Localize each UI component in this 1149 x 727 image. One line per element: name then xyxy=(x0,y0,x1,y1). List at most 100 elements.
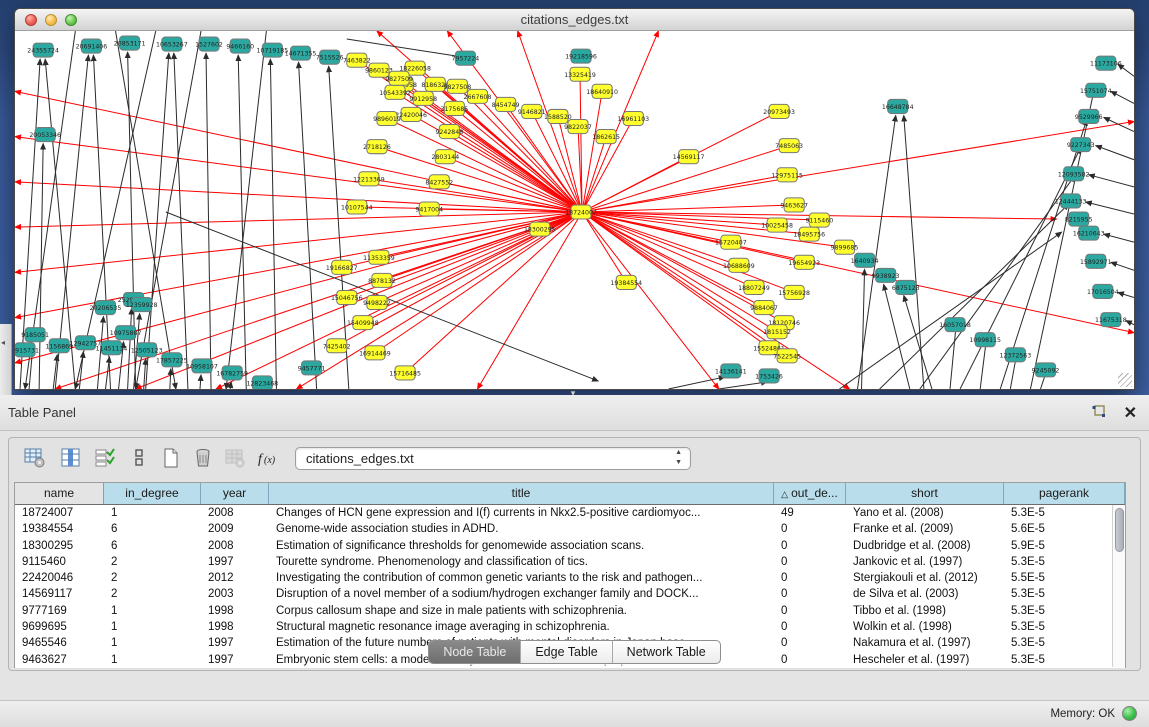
network-node[interactable]: 13325419 xyxy=(564,67,596,81)
network-node[interactable]: 15716485 xyxy=(389,366,421,380)
network-node[interactable]: 11675318 xyxy=(1095,313,1127,327)
table-settings-icon[interactable] xyxy=(21,444,49,472)
network-node[interactable]: 20973493 xyxy=(763,104,795,118)
network-node[interactable]: 10975887 xyxy=(110,326,142,340)
network-node[interactable]: 12093582 xyxy=(1058,167,1090,181)
window-resize-grip[interactable] xyxy=(1118,373,1132,387)
network-node[interactable]: 9417004 xyxy=(415,202,443,216)
table-row[interactable]: 1938455462009Genome-wide association stu… xyxy=(15,521,1125,537)
network-node[interactable]: 19218596 xyxy=(565,49,597,63)
table-row[interactable]: 1456911722003Disruption of a novel membe… xyxy=(15,586,1125,602)
network-node[interactable]: 18495756 xyxy=(793,227,825,241)
column-header-in_degree[interactable]: in_degree xyxy=(104,483,201,504)
network-node[interactable]: 9242848 xyxy=(435,125,463,139)
network-node[interactable]: 7957224 xyxy=(452,51,480,65)
column-header-year[interactable]: year xyxy=(201,483,269,504)
network-node[interactable]: 1640934 xyxy=(851,253,879,267)
float-panel-icon[interactable] xyxy=(1091,404,1109,422)
network-node[interactable]: 14136141 xyxy=(715,364,747,378)
network-node[interactable]: 11173106 xyxy=(1090,56,1122,70)
network-node[interactable]: 1588520 xyxy=(544,109,572,123)
network-node[interactable]: 15892971 xyxy=(1080,254,1112,268)
network-node[interactable]: 7463822 xyxy=(343,53,371,67)
delete-table-icon[interactable] xyxy=(221,444,249,472)
create-column-icon[interactable] xyxy=(157,444,185,472)
network-node[interactable]: 16210643 xyxy=(1073,226,1105,240)
network-node[interactable]: 17857225 xyxy=(156,353,188,367)
column-header-short[interactable]: short xyxy=(846,483,1004,504)
delete-column-icon[interactable] xyxy=(189,444,217,472)
network-node[interactable]: 16057018 xyxy=(939,318,971,332)
table-selector-dropdown[interactable]: citations_edges.txt ▲▼ xyxy=(295,447,691,470)
network-node[interactable]: 9463627 xyxy=(780,198,808,212)
network-node[interactable]: 8427552 xyxy=(425,175,453,189)
tab-network-table[interactable]: Network Table xyxy=(613,641,720,663)
network-node[interactable]: 7485063 xyxy=(775,139,803,153)
scrollbar-thumb[interactable] xyxy=(1115,508,1124,552)
network-node[interactable]: 10719185 xyxy=(257,43,289,57)
network-node[interactable]: 12213369 xyxy=(353,172,385,186)
row-selection-icon[interactable] xyxy=(91,444,119,472)
network-node[interactable]: 2718126 xyxy=(363,140,391,154)
network-node[interactable]: 2667608 xyxy=(464,89,492,103)
table-row[interactable]: 2242004622012Investigating the contribut… xyxy=(15,570,1125,586)
tab-edge-table[interactable]: Edge Table xyxy=(521,641,612,663)
control-panel-collapsed-strip[interactable]: ◂ xyxy=(0,324,12,395)
table-row[interactable]: 1872400712008Changes of HCN gene express… xyxy=(15,505,1125,521)
network-node[interactable]: 7425402 xyxy=(323,339,351,353)
network-node[interactable]: 9457771 xyxy=(298,361,326,375)
network-node[interactable]: 19166827 xyxy=(326,260,358,274)
network-node[interactable]: 19384554 xyxy=(610,275,642,289)
network-node[interactable]: 9529966 xyxy=(1075,109,1103,123)
network-node[interactable]: 9466160 xyxy=(226,39,254,53)
table-row[interactable]: 1830029562008Estimation of significance … xyxy=(15,538,1125,554)
network-node[interactable]: 9884067 xyxy=(750,301,778,315)
network-view[interactable]: 2435572420691406208531711065326715276029… xyxy=(15,31,1134,389)
select-columns-icon[interactable] xyxy=(57,444,85,472)
network-node[interactable]: 16648784 xyxy=(882,99,914,113)
network-node[interactable]: 8878132 xyxy=(368,273,396,287)
network-node[interactable]: 3175685 xyxy=(441,101,469,115)
tab-node-table[interactable]: Node Table xyxy=(429,641,521,663)
network-node[interactable]: 9827508 xyxy=(444,79,472,93)
network-node[interactable]: 8215955 xyxy=(1065,212,1093,226)
table-row[interactable]: 977716911998Corpus callosum shape and si… xyxy=(15,603,1125,619)
network-node[interactable]: 24355724 xyxy=(27,43,59,57)
network-node[interactable]: 8454749 xyxy=(492,97,520,111)
network-node[interactable]: 7522545 xyxy=(773,349,801,363)
network-node[interactable]: 10998115 xyxy=(969,333,1001,347)
column-header-out_de[interactable]: △out_de... xyxy=(774,483,846,504)
network-node[interactable]: 9185051 xyxy=(21,328,49,342)
network-node[interactable]: 14671355 xyxy=(285,46,317,60)
network-node[interactable]: 1753426 xyxy=(755,369,783,383)
network-window-titlebar[interactable]: citations_edges.txt xyxy=(15,9,1134,31)
network-node[interactable]: 10107544 xyxy=(341,200,373,214)
network-node[interactable]: 9245092 xyxy=(1032,363,1060,377)
close-panel-icon[interactable]: ✕ xyxy=(1124,403,1137,423)
column-header-pagerank[interactable]: pagerank xyxy=(1004,483,1125,504)
table-mode-icon[interactable] xyxy=(125,444,153,472)
network-node[interactable]: 9115460 xyxy=(805,213,833,227)
network-node[interactable]: 15046756 xyxy=(331,290,363,304)
network-node[interactable]: 16782759 xyxy=(216,366,248,380)
function-builder-icon[interactable]: f(x) xyxy=(255,444,283,472)
network-canvas[interactable]: 2435572420691406208531711065326715276029… xyxy=(15,31,1134,389)
network-node[interactable]: 20691406 xyxy=(76,39,108,53)
network-node[interactable]: 9146821 xyxy=(518,104,546,118)
table-row[interactable]: 969969511998Structural magnetic resonanc… xyxy=(15,619,1125,635)
network-node[interactable]: 16914469 xyxy=(359,346,391,360)
network-node[interactable]: 17016504 xyxy=(1087,284,1119,298)
network-node[interactable]: 1815152 xyxy=(763,325,791,339)
network-node[interactable]: 6875123 xyxy=(892,280,920,294)
network-node[interactable]: 10653267 xyxy=(156,37,188,51)
network-node[interactable]: 18640910 xyxy=(586,84,618,98)
network-node[interactable]: 12372563 xyxy=(1000,348,1032,362)
network-node[interactable]: 9822037 xyxy=(564,119,592,133)
network-node[interactable]: 15751074 xyxy=(1080,83,1112,97)
network-node[interactable]: 10958107 xyxy=(186,359,218,373)
network-node[interactable]: 9227343 xyxy=(1067,138,1095,152)
network-node[interactable]: 2803144 xyxy=(431,150,459,164)
network-node[interactable]: 9498222 xyxy=(363,295,391,309)
column-header-title[interactable]: title xyxy=(269,483,774,504)
network-node[interactable]: 9912958 xyxy=(409,91,437,105)
